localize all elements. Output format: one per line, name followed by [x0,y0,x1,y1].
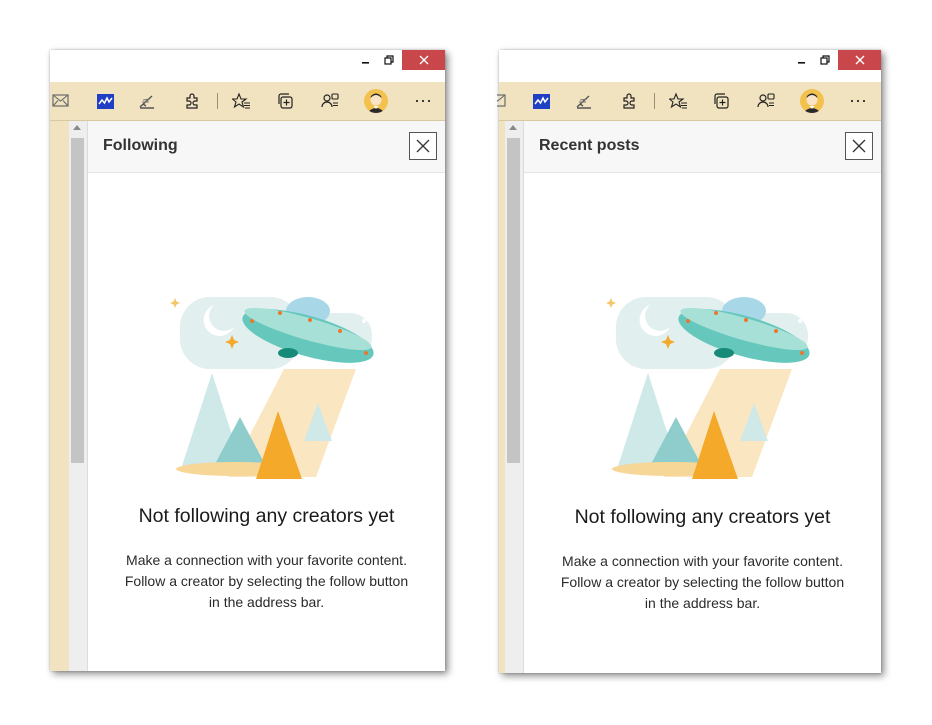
side-panel: Recent posts Not following any creators … [524,121,881,673]
description-line: Make a connection with your favorite con… [126,552,407,568]
close-icon [852,139,866,153]
scroll-thumb[interactable] [71,138,84,463]
favorites-icon[interactable] [232,92,250,110]
mail-icon[interactable] [497,92,507,110]
toolbar-separator [654,93,655,109]
restore-button[interactable] [813,50,837,70]
side-panel: Following Not following any creators yet… [88,121,445,671]
ufo-illustration [170,297,374,479]
close-panel-button[interactable] [409,132,437,160]
more-options-icon[interactable]: ··· [414,88,432,112]
minimize-icon [362,62,369,64]
close-icon [855,55,864,65]
page-scrollbar[interactable] [505,121,524,673]
toolbar-separator [217,93,218,109]
extensions-puzzle-icon[interactable] [620,92,638,110]
stock-chart-extension-icon[interactable] [532,92,550,110]
panel-title: Following [103,137,178,154]
description-line: Make a connection with your favorite con… [562,553,843,569]
scroll-up-arrow-icon[interactable] [73,125,81,130]
close-icon [416,139,430,153]
restore-icon [820,55,830,65]
browser-toolbar: ··· [50,82,445,121]
close-icon [419,55,428,65]
signature-pen-icon[interactable] [575,92,593,110]
mail-icon[interactable] [52,92,70,110]
more-options-icon[interactable]: ··· [849,88,867,112]
empty-state-title: Not following any creators yet [574,506,831,528]
browser-window-left: ··· Following Not following any creators… [50,50,445,671]
follow-creators-icon[interactable] [757,92,775,110]
description-line: in the address bar. [644,595,761,611]
collections-icon[interactable] [277,92,295,110]
page-scrollbar[interactable] [69,121,88,671]
empty-state-description: Make a connection with your favorite con… [88,550,445,613]
scroll-up-arrow-icon[interactable] [509,125,517,130]
page-background-strip [50,121,69,671]
empty-state-description: Make a connection with your favorite con… [524,551,881,614]
description-line: Follow a creator by selecting the follow… [560,574,845,590]
collections-icon[interactable] [713,92,731,110]
restore-button[interactable] [377,50,401,70]
panel-title: Recent posts [539,137,640,154]
follow-creators-icon[interactable] [321,92,339,110]
description-line: in the address bar. [208,594,325,610]
scroll-thumb[interactable] [507,138,520,463]
title-bar [50,50,445,82]
favorites-icon[interactable] [669,92,687,110]
title-bar [499,50,881,82]
empty-state-title: Not following any creators yet [138,505,395,527]
browser-window-right: ··· Recent posts Not following any creat… [497,50,881,673]
close-window-button[interactable] [838,50,881,70]
close-window-button[interactable] [402,50,445,70]
signature-pen-icon[interactable] [138,92,156,110]
profile-avatar[interactable] [800,89,824,113]
stock-chart-extension-icon[interactable] [96,92,114,110]
ufo-illustration [606,297,810,479]
side-panel-header: Following [88,121,445,173]
extensions-puzzle-icon[interactable] [183,92,201,110]
restore-icon [384,55,394,65]
description-line: Follow a creator by selecting the follow… [124,573,409,589]
close-panel-button[interactable] [845,132,873,160]
side-panel-header: Recent posts [524,121,881,173]
minimize-icon [798,62,805,64]
browser-toolbar: ··· [497,82,881,121]
profile-avatar[interactable] [364,89,388,113]
